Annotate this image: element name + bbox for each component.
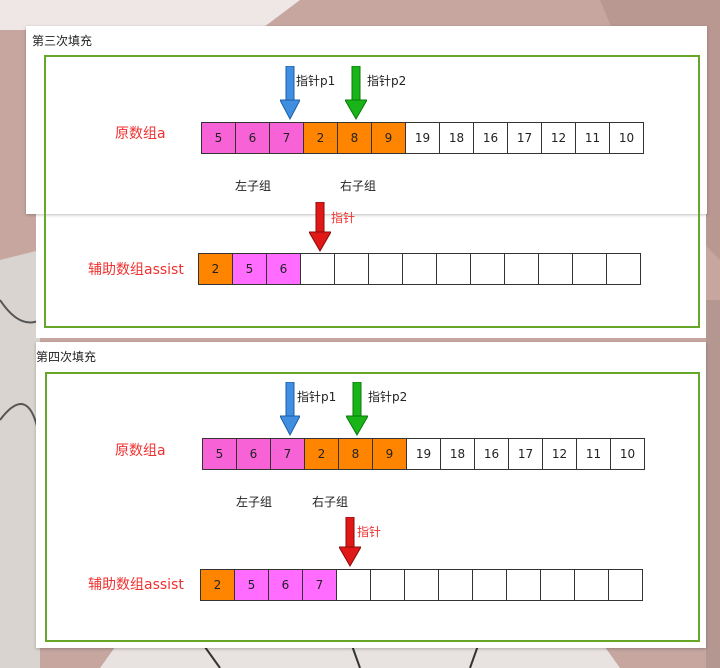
original-array-row: 5 6 7 2 8 9 19 18 16 17 12 11 10 bbox=[201, 122, 644, 154]
array-cell bbox=[402, 253, 437, 285]
array-cell: 10 bbox=[610, 438, 645, 470]
array-cell bbox=[574, 569, 609, 601]
pointer-p1-label: 指针p1 bbox=[296, 74, 336, 88]
array-cell bbox=[472, 569, 507, 601]
array-cell: 12 bbox=[542, 438, 577, 470]
array-cell: 19 bbox=[406, 438, 441, 470]
right-group-label: 右子组 bbox=[312, 495, 349, 509]
array-cell: 10 bbox=[609, 122, 644, 154]
panel-title: 第三次填充 bbox=[32, 34, 93, 48]
array-cell: 2 bbox=[303, 122, 338, 154]
array-cell bbox=[370, 569, 405, 601]
array-cell: 12 bbox=[541, 122, 576, 154]
array-cell bbox=[300, 253, 335, 285]
array-cell: 9 bbox=[372, 438, 407, 470]
array-cell bbox=[608, 569, 643, 601]
panel-frame bbox=[45, 372, 700, 642]
array-cell bbox=[540, 569, 575, 601]
array-cell: 5 bbox=[234, 569, 269, 601]
array-cell bbox=[606, 253, 641, 285]
array-cell: 18 bbox=[439, 122, 474, 154]
pointer-red-arrow-icon bbox=[309, 202, 331, 252]
array-cell: 11 bbox=[576, 438, 611, 470]
left-group-label: 左子组 bbox=[236, 495, 273, 509]
array-cell: 6 bbox=[236, 438, 271, 470]
array-cell: 16 bbox=[474, 438, 509, 470]
array-cell bbox=[504, 253, 539, 285]
pointer-p2-arrow-icon bbox=[346, 382, 368, 436]
pointer-p2-label: 指针p2 bbox=[367, 74, 407, 88]
array-cell: 5 bbox=[232, 253, 267, 285]
array-cell: 5 bbox=[201, 122, 236, 154]
array-cell: 9 bbox=[371, 122, 406, 154]
array-cell: 6 bbox=[266, 253, 301, 285]
array-cell bbox=[438, 569, 473, 601]
panel-title: 第四次填充 bbox=[36, 350, 97, 364]
array-cell bbox=[572, 253, 607, 285]
original-array-row: 5 6 7 2 8 9 19 18 16 17 12 11 10 bbox=[202, 438, 645, 470]
array-cell: 17 bbox=[508, 438, 543, 470]
pointer-p2-label: 指针p2 bbox=[368, 390, 408, 404]
original-array-label: 原数组a bbox=[115, 126, 166, 142]
right-group-label: 右子组 bbox=[340, 179, 377, 193]
array-cell: 6 bbox=[268, 569, 303, 601]
array-cell: 19 bbox=[405, 122, 440, 154]
array-cell bbox=[538, 253, 573, 285]
assist-array-row: 2567 bbox=[200, 569, 643, 601]
assist-array-label: 辅助数组assist bbox=[88, 577, 184, 593]
array-cell: 7 bbox=[270, 438, 305, 470]
pointer-label: 指针 bbox=[357, 525, 382, 539]
array-cell: 8 bbox=[337, 122, 372, 154]
array-cell bbox=[404, 569, 439, 601]
array-cell: 2 bbox=[200, 569, 235, 601]
array-cell: 2 bbox=[304, 438, 339, 470]
array-cell bbox=[368, 253, 403, 285]
assist-array-label: 辅助数组assist bbox=[88, 262, 184, 278]
array-cell bbox=[336, 569, 371, 601]
array-cell bbox=[506, 569, 541, 601]
array-cell: 16 bbox=[473, 122, 508, 154]
assist-array-row: 256 bbox=[198, 253, 641, 285]
array-cell bbox=[334, 253, 369, 285]
array-cell bbox=[436, 253, 471, 285]
array-cell: 7 bbox=[269, 122, 304, 154]
original-array-label: 原数组a bbox=[115, 443, 166, 459]
array-cell: 6 bbox=[235, 122, 270, 154]
array-cell bbox=[470, 253, 505, 285]
pointer-label: 指针 bbox=[331, 211, 356, 225]
array-cell: 5 bbox=[202, 438, 237, 470]
array-cell: 7 bbox=[302, 569, 337, 601]
array-cell: 2 bbox=[198, 253, 233, 285]
array-cell: 18 bbox=[440, 438, 475, 470]
pointer-p1-label: 指针p1 bbox=[297, 390, 337, 404]
pointer-p2-arrow-icon bbox=[345, 66, 367, 120]
array-cell: 17 bbox=[507, 122, 542, 154]
left-group-label: 左子组 bbox=[235, 179, 272, 193]
array-cell: 8 bbox=[338, 438, 373, 470]
array-cell: 11 bbox=[575, 122, 610, 154]
